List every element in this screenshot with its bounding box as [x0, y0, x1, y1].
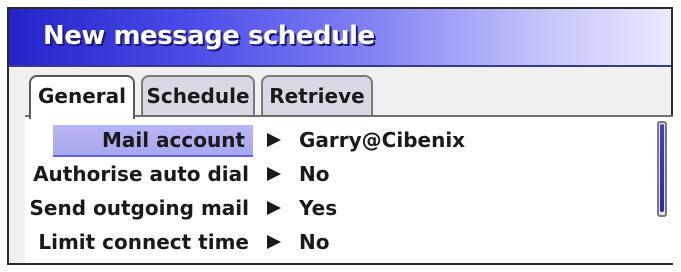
tab-retrieve[interactable]: Retrieve	[261, 75, 373, 115]
setting-row-send-outgoing-mail[interactable]: Send outgoing mail Yes	[25, 191, 645, 225]
right-triangle-icon	[267, 133, 281, 147]
right-triangle-icon	[267, 235, 281, 249]
settings-list: Mail account Garry@Cibenix Authorise aut…	[25, 115, 673, 263]
setting-row-mail-account[interactable]: Mail account Garry@Cibenix	[25, 123, 645, 157]
setting-value[interactable]: Garry@Cibenix	[299, 125, 465, 155]
scrollbar-thumb[interactable]	[660, 124, 664, 212]
vertical-scrollbar[interactable]	[657, 121, 667, 217]
setting-value[interactable]: Yes	[299, 193, 337, 223]
tab-schedule[interactable]: Schedule	[141, 75, 255, 115]
new-message-schedule-dialog: New message schedule General Schedule Re…	[7, 7, 673, 265]
title-bar: New message schedule	[9, 9, 671, 67]
setting-label: Limit connect time	[38, 230, 249, 254]
setting-value[interactable]: No	[299, 227, 329, 257]
setting-row-limit-connect-time[interactable]: Limit connect time No	[25, 225, 645, 259]
setting-label: Mail account	[53, 125, 253, 157]
right-triangle-icon	[267, 167, 281, 181]
dialog-title: New message schedule	[43, 21, 375, 51]
right-triangle-icon	[267, 201, 281, 215]
setting-value[interactable]: No	[299, 159, 329, 189]
setting-row-authorise-auto-dial[interactable]: Authorise auto dial No	[25, 157, 645, 191]
tab-general[interactable]: General	[29, 75, 135, 119]
setting-label: Send outgoing mail	[29, 196, 249, 220]
setting-label: Authorise auto dial	[33, 162, 249, 186]
